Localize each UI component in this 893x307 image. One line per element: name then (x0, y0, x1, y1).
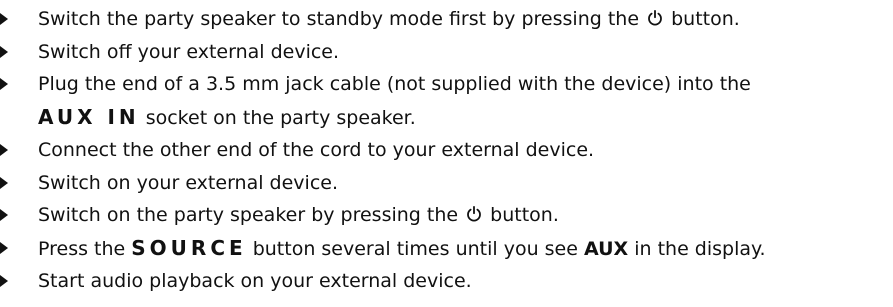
triangle-bullet-icon (0, 209, 8, 221)
step-text: Switch off your external device. (38, 40, 340, 63)
step-text-line2: socket on the party speaker. (139, 106, 416, 129)
power-icon (465, 205, 483, 223)
step-text-after: button. (484, 204, 559, 226)
triangle-bullet-icon (0, 275, 8, 287)
step-text-line1: Plug the end of a 3.5 mm jack cable (not… (38, 73, 751, 95)
list-item-switch-on-device: Switch on your external device. (0, 167, 893, 200)
source-button-label: SOURCE (131, 235, 247, 260)
step-text-before: Switch on the party speaker by pressing … (38, 204, 465, 226)
step-text-after: in the display. (628, 237, 766, 260)
list-item-connect-cord: Connect the other end of the cord to you… (0, 134, 893, 167)
step-text: Start audio playback on your external de… (38, 270, 472, 292)
list-item-start-playback: Start audio playback on your external de… (0, 265, 893, 298)
triangle-bullet-icon (0, 78, 8, 90)
list-item-switch-on-speaker: Switch on the party speaker by pressing … (0, 199, 893, 232)
step-text-before: Switch the party speaker to standby mode… (38, 8, 646, 30)
triangle-bullet-icon (0, 241, 8, 254)
aux-in-socket-label: AUX IN (38, 104, 140, 129)
aux-display-label: AUX (583, 237, 629, 260)
step-text: Switch on your external device. (38, 171, 338, 194)
list-item-switch-off-device: Switch off your external device. (0, 36, 893, 69)
instruction-list: Switch the party speaker to standby mode… (0, 3, 893, 298)
power-icon (646, 9, 664, 27)
list-item-plug-cable: Plug the end of a 3.5 mm jack cable (not… (0, 68, 893, 134)
triangle-bullet-icon (0, 45, 8, 58)
step-text-before: Press the (38, 237, 132, 260)
step-text: Connect the other end of the cord to you… (38, 139, 595, 161)
step-text-middle: button several times until you see (246, 237, 584, 260)
triangle-bullet-icon (0, 144, 8, 156)
triangle-bullet-icon (0, 176, 8, 189)
list-item-press-source: Press the SOURCE button several times un… (0, 232, 893, 266)
triangle-bullet-icon (0, 13, 8, 25)
list-item-standby: Switch the party speaker to standby mode… (0, 3, 893, 36)
step-text-after: button. (665, 8, 740, 30)
